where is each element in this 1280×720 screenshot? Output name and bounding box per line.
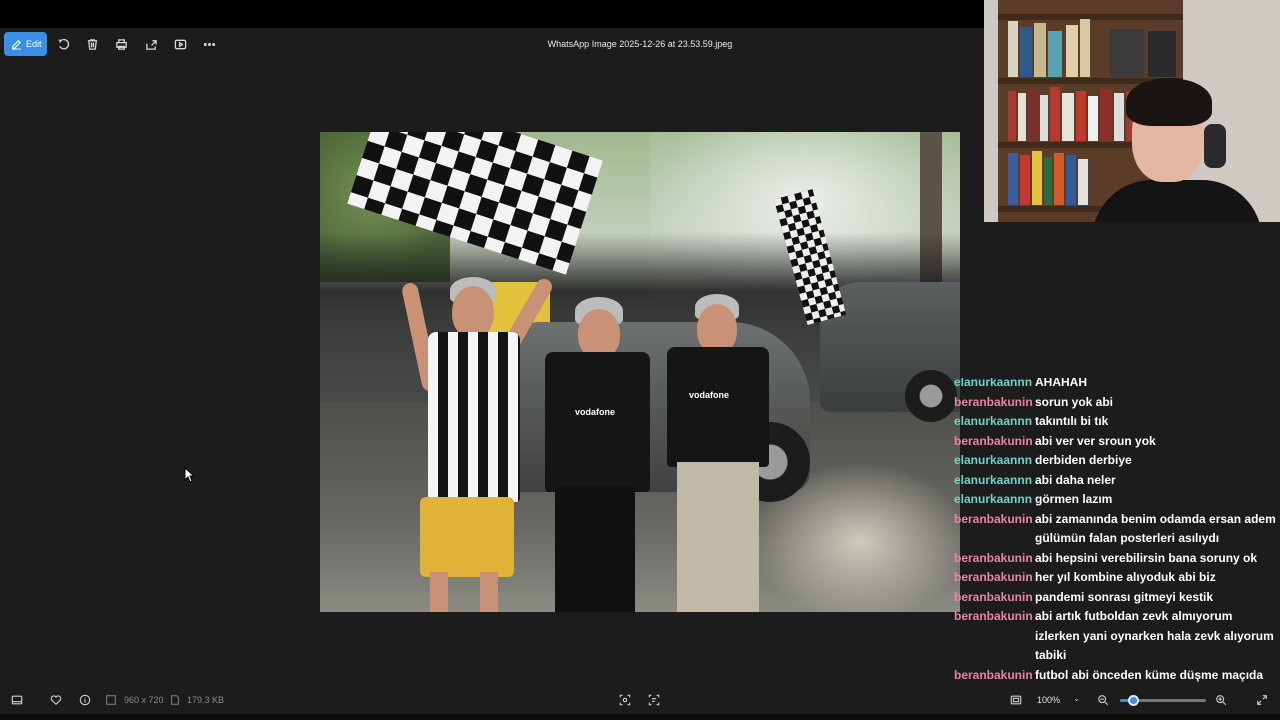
- mouse-cursor-icon: [184, 467, 196, 483]
- chat-username: elanurkaannn: [954, 378, 1033, 389]
- chat-text: görmen lazım: [1035, 492, 1113, 506]
- favorite-icon[interactable]: [49, 693, 63, 707]
- chat-username: elanurkaannn: [954, 414, 1033, 428]
- chat-username: elanurkaannn: [954, 453, 1033, 467]
- chat-username: beranbakunin: [954, 433, 1033, 448]
- share-icon[interactable]: [143, 36, 159, 52]
- info-icon[interactable]: [78, 693, 92, 707]
- print-icon[interactable]: [113, 36, 129, 52]
- taskbar-strip: [0, 714, 1280, 720]
- chat-text: abi hepsini verebilirsin bana soruny ok: [1035, 550, 1258, 565]
- chat-message: elanurkaannn abi daha neler: [954, 471, 1280, 491]
- chat-username: beranbakunin: [954, 550, 1033, 565]
- chat-message: beranbakunin pandemi sonrası gitmeyi kest…: [954, 588, 1280, 608]
- chat-message: beranbakunin futbol abi önceden küme düşm…: [954, 666, 1280, 689]
- chat-message: elanurkaannn görmen lazım: [954, 490, 1280, 510]
- zoom-level: 100%: [1037, 695, 1061, 705]
- chat-text: abi artık futboldan zevk almıyorum izler…: [1035, 609, 1274, 662]
- filmstrip-icon[interactable]: [10, 693, 24, 707]
- chat-username: elanurkaannn: [954, 472, 1033, 487]
- fullscreen-icon[interactable]: [1255, 693, 1269, 707]
- fit-to-window-icon[interactable]: [1009, 693, 1023, 707]
- chat-text: takıntılı bi tık: [1035, 414, 1109, 428]
- edit-icon: [11, 39, 22, 50]
- chat-text: derbiden derbiye: [1035, 453, 1132, 467]
- chat-text: AHAHAH: [1035, 378, 1087, 389]
- chat-message: elanurkaannn takıntılı bi tık: [954, 412, 1280, 432]
- chat-message: beranbakunin sorun yok abi: [954, 393, 1280, 413]
- image-dimensions: 960 x 720: [124, 695, 164, 705]
- jersey-sponsor-text-2: vodafone: [689, 390, 730, 400]
- chevron-down-icon: ⌄: [1073, 694, 1080, 703]
- chat-message: beranbakunin abi ver ver sroun yok: [954, 432, 1280, 452]
- chat-message: elanurkaannn derbiden derbiye: [954, 451, 1280, 471]
- file-size: 179.3 KB: [187, 695, 225, 705]
- chat-message: beranbakunin abi hepsini verebilirsin ban…: [954, 549, 1280, 569]
- webcam-overlay: [984, 0, 1280, 222]
- zoom-in-icon[interactable]: [1214, 693, 1228, 707]
- chat-overlay: elanurkaannn AHAHAH beranbakunin sorun yok …: [954, 378, 1280, 688]
- chat-username: beranbakunin: [954, 609, 1033, 623]
- dimensions-icon: [105, 694, 117, 706]
- photo-image: vodafone vodafone: [320, 132, 960, 612]
- chat-username: beranbakunin: [954, 570, 1033, 584]
- chat-username: elanurkaannn: [954, 492, 1033, 506]
- file-size-icon: [169, 694, 181, 706]
- chat-username: beranbakunin: [954, 589, 1033, 604]
- edit-button-label: Edit: [26, 39, 42, 49]
- file-title: WhatsApp Image 2025-12-26 at 23.53.59.jp…: [547, 39, 733, 49]
- rotate-icon[interactable]: [55, 36, 71, 52]
- zoom-select[interactable]: 100% ⌄: [1030, 691, 1086, 709]
- streamer: [1092, 78, 1262, 222]
- jersey-sponsor-text: vodafone: [575, 407, 616, 417]
- chat-username: beranbakunin: [954, 511, 1033, 526]
- status-bar: 960 x 720 179.3 KB 100% ⌄: [0, 686, 1280, 714]
- chat-message: beranbakunin her yıl kombine alıyoduk abi…: [954, 568, 1280, 588]
- more-icon[interactable]: [201, 36, 217, 52]
- scan-icon[interactable]: [618, 693, 632, 707]
- zoom-slider[interactable]: [1120, 695, 1206, 706]
- chat-message: beranbakunin abi zamanında benim odamda e…: [954, 510, 1280, 549]
- edit-button[interactable]: Edit: [4, 32, 47, 56]
- delete-icon[interactable]: [84, 36, 100, 52]
- chat-message: elanurkaannn AHAHAH: [954, 378, 1280, 393]
- chat-username: beranbakunin: [954, 394, 1033, 409]
- chat-text: her yıl kombine alıyoduk abi biz: [1035, 570, 1216, 584]
- chat-text: abi ver ver sroun yok: [1035, 433, 1156, 448]
- chat-text: pandemi sonrası gitmeyi kestik: [1035, 589, 1214, 604]
- chat-message: beranbakunin abi artık futboldan zevk alm…: [954, 607, 1280, 666]
- chat-text: futbol abi önceden küme düşme maçıda ols…: [1035, 667, 1264, 689]
- chat-text: abi daha neler: [1035, 472, 1116, 487]
- text-scan-icon[interactable]: [647, 693, 661, 707]
- zoom-out-icon[interactable]: [1096, 693, 1110, 707]
- chat-text: sorun yok abi: [1035, 394, 1114, 409]
- zoom-slider-thumb[interactable]: [1127, 695, 1139, 706]
- chat-username: beranbakunin: [954, 667, 1033, 682]
- chat-text: abi zamanında benim odamda ersan adem gü…: [1035, 511, 1276, 546]
- slideshow-icon[interactable]: [172, 36, 188, 52]
- photo-viewer-app: Edit WhatsApp Image 2025-12-26 at 23.53.…: [0, 0, 1280, 720]
